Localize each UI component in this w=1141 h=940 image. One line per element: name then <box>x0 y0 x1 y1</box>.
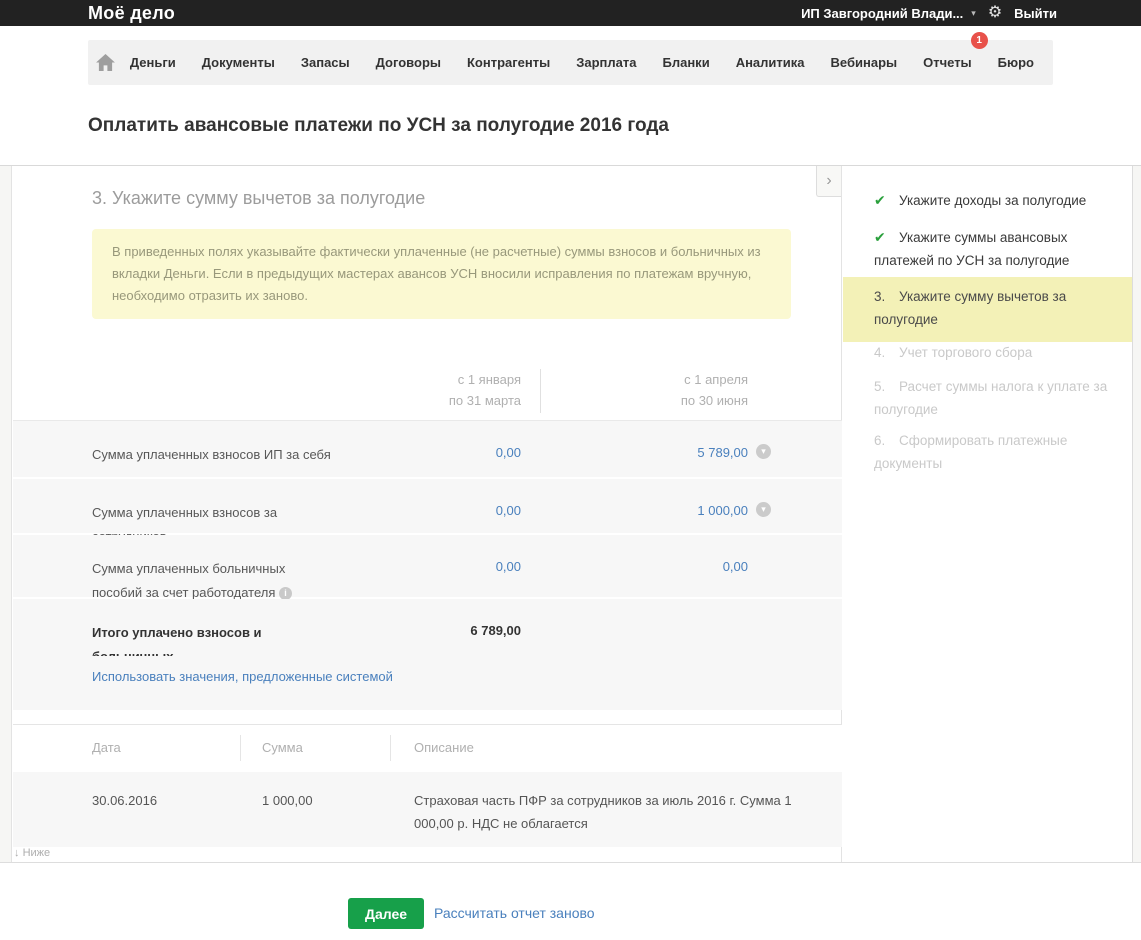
nav-item-documents[interactable]: Документы <box>189 40 288 85</box>
payment-date: 30.06.2016 <box>92 789 157 812</box>
deductions-table-header: с 1 января по 31 марта с 1 апреля по 30 … <box>13 356 842 421</box>
app-root: Моё дело ИП Завгородний Влади... ▾ ⚙ Вый… <box>0 0 1141 940</box>
payment-amount: 1 000,00 <box>262 789 313 812</box>
collapse-panel-button[interactable]: › <box>816 166 841 197</box>
column-divider <box>540 369 541 413</box>
payments-table: Дата Сумма Описание 30.06.2016 1 000,00 … <box>13 724 842 847</box>
header-description: Описание <box>414 740 474 755</box>
chevron-down-icon[interactable]: ▾ <box>971 8 976 19</box>
nav-item-reports[interactable]: Отчеты 1 <box>910 40 985 85</box>
nav-item-money[interactable]: Деньги <box>117 40 189 85</box>
amount-dropdown-icon[interactable]: ▾ <box>756 502 771 517</box>
step-heading: 3. Укажите сумму вычетов за полугодие <box>92 188 425 209</box>
step-5-tax-calculation: 5. Расчет суммы налога к уплате за полуг… <box>843 375 1132 421</box>
total-value: 6 789,00 <box>391 623 521 638</box>
step-label: Расчет суммы налога к уплате за полугоди… <box>874 375 1120 421</box>
nav-item-forms[interactable]: Бланки <box>650 40 723 85</box>
main-nav: Деньги Документы Запасы Договоры Контраг… <box>88 40 1053 85</box>
content-area: › 3. Укажите сумму вычетов за полугодие … <box>0 165 1141 862</box>
row-label: Сумма уплаченных взносов ИП за себя <box>92 443 332 467</box>
nav-item-reports-label: Отчеты <box>923 55 972 70</box>
amount-q2-field[interactable]: 5 789,00 <box>618 445 748 460</box>
nav-item-inventory[interactable]: Запасы <box>288 40 363 85</box>
table-row: Сумма уплаченных взносов ИП за себя 0,00… <box>13 421 842 479</box>
scroll-below-hint[interactable]: ↓ Ниже <box>14 847 50 859</box>
nav-item-counterparties[interactable]: Контрагенты <box>454 40 563 85</box>
notice-box: В приведенных полях указывайте фактическ… <box>92 229 791 319</box>
period-q2-line1: с 1 апреля <box>588 369 748 390</box>
step-label: Учет торгового сбора <box>874 341 1120 364</box>
steps-sidebar: ✔ Укажите доходы за полугодие ✔ Укажите … <box>843 166 1132 862</box>
arrow-down-icon: ↓ <box>14 847 20 859</box>
header-date: Дата <box>92 740 121 755</box>
wizard-card: › 3. Укажите сумму вычетов за полугодие … <box>13 166 842 862</box>
link-row: Использовать значения, предложенные сист… <box>13 656 842 710</box>
period-column-q2: с 1 апреля по 30 июня <box>588 369 748 411</box>
check-icon: ✔ <box>874 189 886 212</box>
right-gutter <box>1132 166 1141 862</box>
column-divider <box>240 735 241 761</box>
user-menu[interactable]: ИП Завгородний Влади... <box>801 6 963 21</box>
payment-description: Страховая часть ПФР за сотрудников за ию… <box>414 789 812 835</box>
amount-q1-field[interactable]: 0,00 <box>391 503 521 518</box>
app-logo[interactable]: Моё дело <box>88 3 175 24</box>
table-row: Сумма уплаченных взносов за сотрудников … <box>13 479 842 535</box>
nav-item-salary[interactable]: Зарплата <box>563 40 649 85</box>
recalculate-report-link[interactable]: Рассчитать отчет заново <box>434 905 595 921</box>
home-icon[interactable] <box>94 40 117 85</box>
scroll-below-label: Ниже <box>23 847 51 859</box>
step-4-trade-fee: 4. Учет торгового сбора <box>843 341 1132 364</box>
check-icon: ✔ <box>874 226 886 249</box>
step-1-incomes[interactable]: ✔ Укажите доходы за полугодие <box>843 189 1132 212</box>
use-system-values-link[interactable]: Использовать значения, предложенные сист… <box>92 669 393 684</box>
total-row: Итого уплачено взносов и больничных 6 78… <box>13 599 842 656</box>
column-divider <box>390 735 391 761</box>
nav-item-analytics[interactable]: Аналитика <box>723 40 818 85</box>
left-gutter <box>0 166 12 862</box>
payments-table-header: Дата Сумма Описание <box>13 725 842 772</box>
period-q2-line2: по 30 июня <box>588 390 748 411</box>
header-amount: Сумма <box>262 740 303 755</box>
next-button[interactable]: Далее <box>348 898 424 929</box>
step-number: 3. <box>874 285 885 308</box>
step-label: Укажите доходы за полугодие <box>874 189 1120 212</box>
gear-icon[interactable]: ⚙ <box>988 5 1002 21</box>
period-q1-line1: с 1 января <box>361 369 521 390</box>
payment-row: 30.06.2016 1 000,00 Страховая часть ПФР … <box>13 772 842 847</box>
deductions-rows: Сумма уплаченных взносов ИП за себя 0,00… <box>13 421 842 710</box>
step-number: 6. <box>874 429 885 452</box>
step-number: 4. <box>874 341 885 364</box>
period-column-q1: с 1 января по 31 марта <box>361 369 521 411</box>
amount-q1-field[interactable]: 0,00 <box>391 445 521 460</box>
row-label-text: Сумма уплаченных больничных пособий за с… <box>92 561 285 600</box>
period-q1-line2: по 31 марта <box>361 390 521 411</box>
nav-item-bureau[interactable]: Бюро <box>985 40 1047 85</box>
topbar: Моё дело ИП Завгородний Влади... ▾ ⚙ Вый… <box>0 0 1141 26</box>
amount-dropdown-icon[interactable]: ▾ <box>756 444 771 459</box>
nav-item-contracts[interactable]: Договоры <box>363 40 454 85</box>
step-label: Сформировать платежные документы <box>874 429 1120 475</box>
step-label: Укажите сумму вычетов за полугодие <box>874 285 1120 331</box>
footer: Далее Рассчитать отчет заново <box>0 862 1141 940</box>
step-label: Укажите суммы авансовых платежей по УСН … <box>874 226 1120 272</box>
step-2-advance-payments[interactable]: ✔ Укажите суммы авансовых платежей по УС… <box>843 226 1132 272</box>
table-row: Сумма уплаченных больничных пособий за с… <box>13 535 842 599</box>
topbar-right: ИП Завгородний Влади... ▾ ⚙ Выйти <box>801 5 1057 21</box>
page-title: Оплатить авансовые платежи по УСН за пол… <box>88 115 669 137</box>
nav-item-webinars[interactable]: Вебинары <box>818 40 911 85</box>
amount-q2-field[interactable]: 1 000,00 <box>618 503 748 518</box>
amount-q2-field[interactable]: 0,00 <box>618 559 748 574</box>
step-number: 5. <box>874 375 885 398</box>
row-label: Сумма уплаченных больничных пособий за с… <box>92 557 332 605</box>
step-6-payment-documents: 6. Сформировать платежные документы <box>843 429 1132 475</box>
logout-link[interactable]: Выйти <box>1014 6 1057 21</box>
step-3-deductions[interactable]: 3. Укажите сумму вычетов за полугодие <box>843 277 1132 342</box>
amount-q1-field[interactable]: 0,00 <box>391 559 521 574</box>
